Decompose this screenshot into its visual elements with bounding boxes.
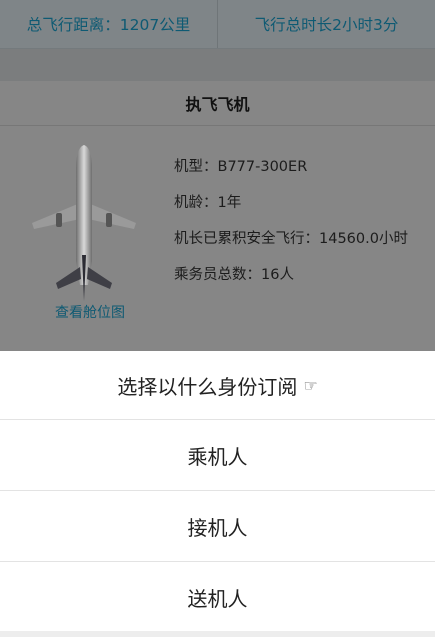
airplane-icon xyxy=(28,143,140,303)
crew-count: 乘务员总数：16人 xyxy=(174,267,294,283)
action-sheet-title: 选择以什么身份订阅 ☞ xyxy=(0,351,435,420)
option-pickup[interactable]: 接机人 xyxy=(0,491,435,562)
bottom-divider xyxy=(0,631,435,637)
aircraft-card: 执飞飞机 查看舱位图 机型：B777-300ER 机龄：1年 机长已累积安全飞行… xyxy=(0,81,435,351)
option-dropoff[interactable]: 送机人 xyxy=(0,562,435,633)
total-distance: 总飞行距离：1207公里 xyxy=(26,16,191,34)
captain-flight-hours: 机长已累积安全飞行：14560.0小时 xyxy=(174,231,408,247)
aircraft-section-title: 执飞飞机 xyxy=(0,81,435,126)
option-passenger[interactable]: 乘机人 xyxy=(0,420,435,491)
subscribe-action-sheet: 选择以什么身份订阅 ☞ 乘机人 接机人 送机人 xyxy=(0,351,435,637)
aircraft-info: 机型：B777-300ER 机龄：1年 机长已累积安全飞行：14560.0小时 … xyxy=(174,155,435,299)
aircraft-age: 机龄：1年 xyxy=(174,195,242,211)
seat-map-link[interactable]: 查看舱位图 xyxy=(30,302,150,322)
section-gap xyxy=(0,49,435,81)
aircraft-model: 机型：B777-300ER xyxy=(174,159,308,175)
flight-stats-bar: 总飞行距离：1207公里 飞行总时长2小时3分 xyxy=(0,0,435,49)
total-duration: 飞行总时长2小时3分 xyxy=(217,0,435,48)
pointing-hand-icon: ☞ xyxy=(303,375,318,395)
action-sheet-title-text: 选择以什么身份订阅 xyxy=(117,374,298,399)
